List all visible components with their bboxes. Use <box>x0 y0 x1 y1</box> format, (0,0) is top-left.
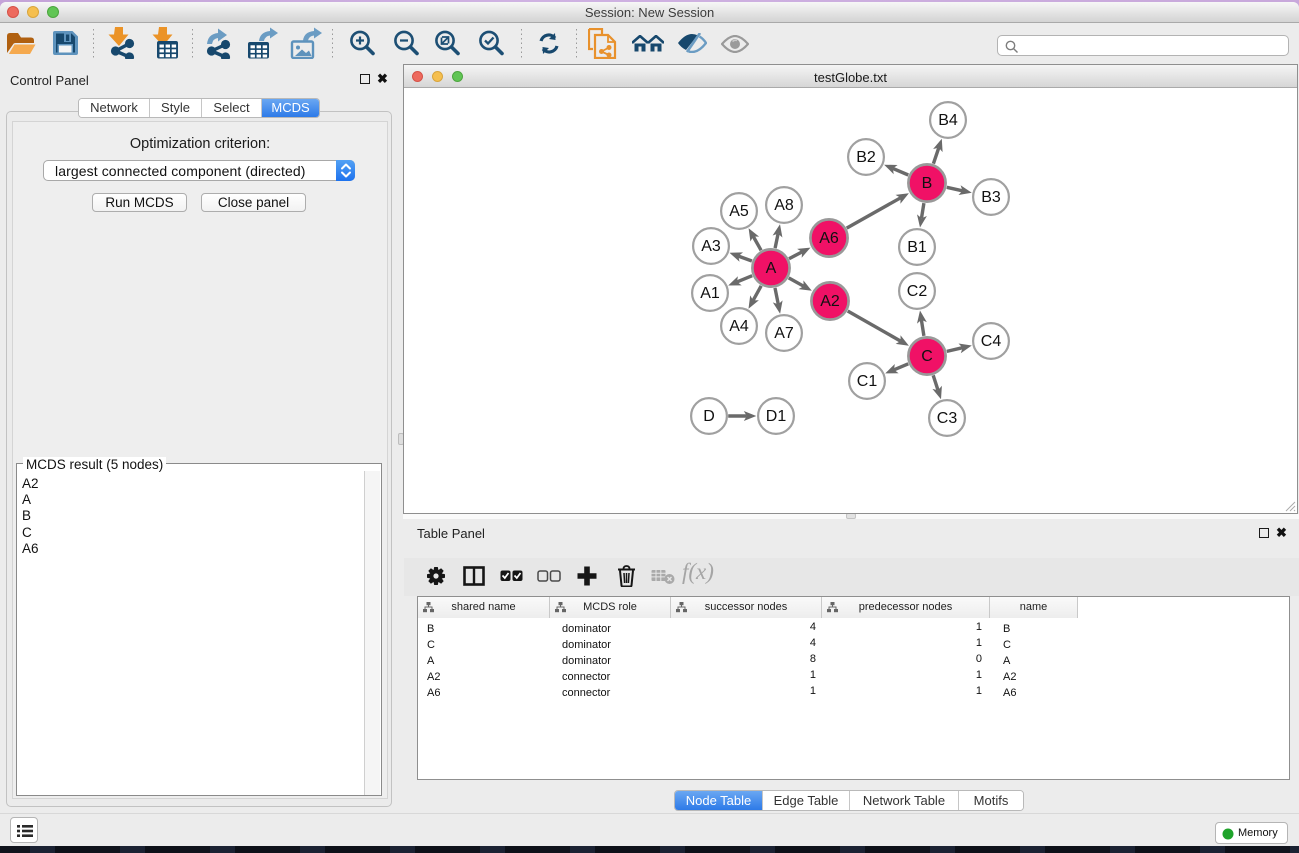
svg-text:C: C <box>921 348 933 365</box>
svg-text:B3: B3 <box>981 189 1001 206</box>
svg-text:A8: A8 <box>774 197 794 214</box>
svg-text:A: A <box>766 260 777 277</box>
svg-text:C4: C4 <box>981 333 1002 350</box>
svg-text:A6: A6 <box>819 230 839 247</box>
svg-text:C1: C1 <box>857 373 878 390</box>
svg-text:B4: B4 <box>938 112 958 129</box>
svg-text:A3: A3 <box>701 238 721 255</box>
svg-text:C2: C2 <box>907 283 928 300</box>
svg-text:A1: A1 <box>700 285 720 302</box>
svg-text:D: D <box>703 408 715 425</box>
svg-text:A2: A2 <box>820 293 840 310</box>
svg-text:A4: A4 <box>729 318 749 335</box>
svg-text:A7: A7 <box>774 325 794 342</box>
svg-text:D1: D1 <box>766 408 787 425</box>
svg-text:B2: B2 <box>856 149 876 166</box>
svg-text:B1: B1 <box>907 239 927 256</box>
svg-text:B: B <box>922 175 933 192</box>
svg-text:C3: C3 <box>937 410 958 427</box>
svg-text:A5: A5 <box>729 203 749 220</box>
